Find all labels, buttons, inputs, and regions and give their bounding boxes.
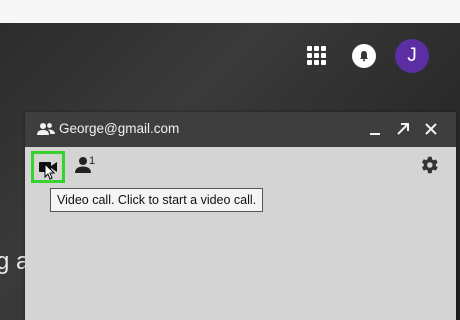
avatar[interactable]: J xyxy=(395,39,429,73)
contacts-icon xyxy=(37,123,55,135)
chat-contact-email: George@gmail.com xyxy=(59,121,180,136)
person-icon[interactable] xyxy=(75,156,99,174)
pop-out-icon[interactable] xyxy=(395,121,411,137)
chat-toolbar: 1 xyxy=(25,147,456,187)
gear-icon[interactable] xyxy=(418,154,440,176)
mouse-cursor-icon xyxy=(44,163,55,180)
notifications-bell-icon[interactable] xyxy=(352,44,376,68)
chat-header: George@gmail.com xyxy=(25,112,456,147)
participant-count: 1 xyxy=(89,155,96,167)
video-call-tooltip: Video call. Click to start a video call. xyxy=(50,188,264,212)
apps-grid-icon[interactable] xyxy=(305,44,327,66)
top-bar xyxy=(0,0,460,24)
minimize-icon[interactable] xyxy=(367,121,383,137)
close-icon[interactable] xyxy=(423,121,439,137)
chat-window: George@gmail.com 1 xyxy=(25,112,456,320)
